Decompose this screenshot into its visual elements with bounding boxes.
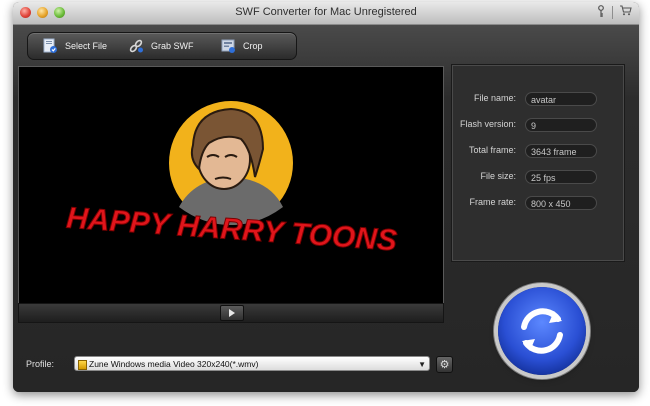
media-file-icon [78, 360, 87, 370]
file-info-panel: File name: avatar Flash version: 9 Total… [451, 64, 625, 262]
play-button[interactable] [220, 305, 244, 321]
file-icon [42, 38, 58, 54]
file-name-label: File name: [473, 93, 516, 103]
chevron-down-icon: ▼ [418, 360, 426, 369]
profile-select[interactable]: Zune Windows media Video 320x240(*.wmv) … [74, 356, 430, 371]
file-size-value: 25 fps [525, 170, 597, 184]
flash-version-label: Flash version: [459, 119, 516, 129]
info-row-file-name: File name: avatar [452, 92, 624, 108]
link-icon [128, 38, 144, 54]
frame-rate-label: Frame rate: [469, 197, 516, 207]
info-row-flash-version: Flash version: 9 [452, 118, 624, 134]
profile-settings-button[interactable]: ⚙ [436, 356, 453, 373]
select-file-label: Select File [65, 41, 108, 51]
profile-select-value: Zune Windows media Video 320x240(*.wmv) [89, 359, 259, 369]
file-size-label: File size: [480, 171, 516, 181]
gear-icon: ⚙ [439, 359, 450, 371]
grab-swf-label: Grab SWF [151, 41, 194, 51]
cart-icon[interactable] [618, 5, 632, 19]
crop-button[interactable]: Crop [220, 33, 263, 59]
refresh-icon [521, 308, 563, 354]
crop-label: Crop [243, 41, 263, 51]
window-title: SWF Converter for Mac Unregistered [235, 6, 417, 18]
info-row-total-frame: Total frame: 3643 frame [452, 144, 624, 160]
file-name-value: avatar [525, 92, 597, 106]
select-file-button[interactable]: Select File [42, 33, 107, 59]
info-row-file-size: File size: 25 fps [452, 170, 624, 186]
preview-frame: HAPPY HARRY TOONS [65, 101, 399, 258]
convert-button[interactable] [498, 287, 586, 375]
key-icon[interactable] [594, 5, 608, 19]
total-frame-value: 3643 frame [525, 144, 597, 158]
frame-rate-value: 800 x 450 [525, 196, 597, 210]
flash-version-value: 9 [525, 118, 597, 132]
play-icon [229, 309, 235, 317]
total-frame-label: Total frame: [468, 145, 516, 155]
grab-swf-button[interactable]: Grab SWF [128, 33, 194, 59]
playback-bar [18, 303, 444, 323]
main-toolbar: Select File Grab SWF Crop [27, 32, 297, 60]
video-preview: HAPPY HARRY TOONS [18, 66, 444, 304]
crop-icon [220, 38, 236, 54]
titlebar-divider [612, 6, 613, 19]
title-bar: SWF Converter for Mac Unregistered [13, 2, 639, 25]
info-row-frame-rate: Frame rate: 800 x 450 [452, 196, 624, 212]
profile-label: Profile: [26, 359, 55, 369]
